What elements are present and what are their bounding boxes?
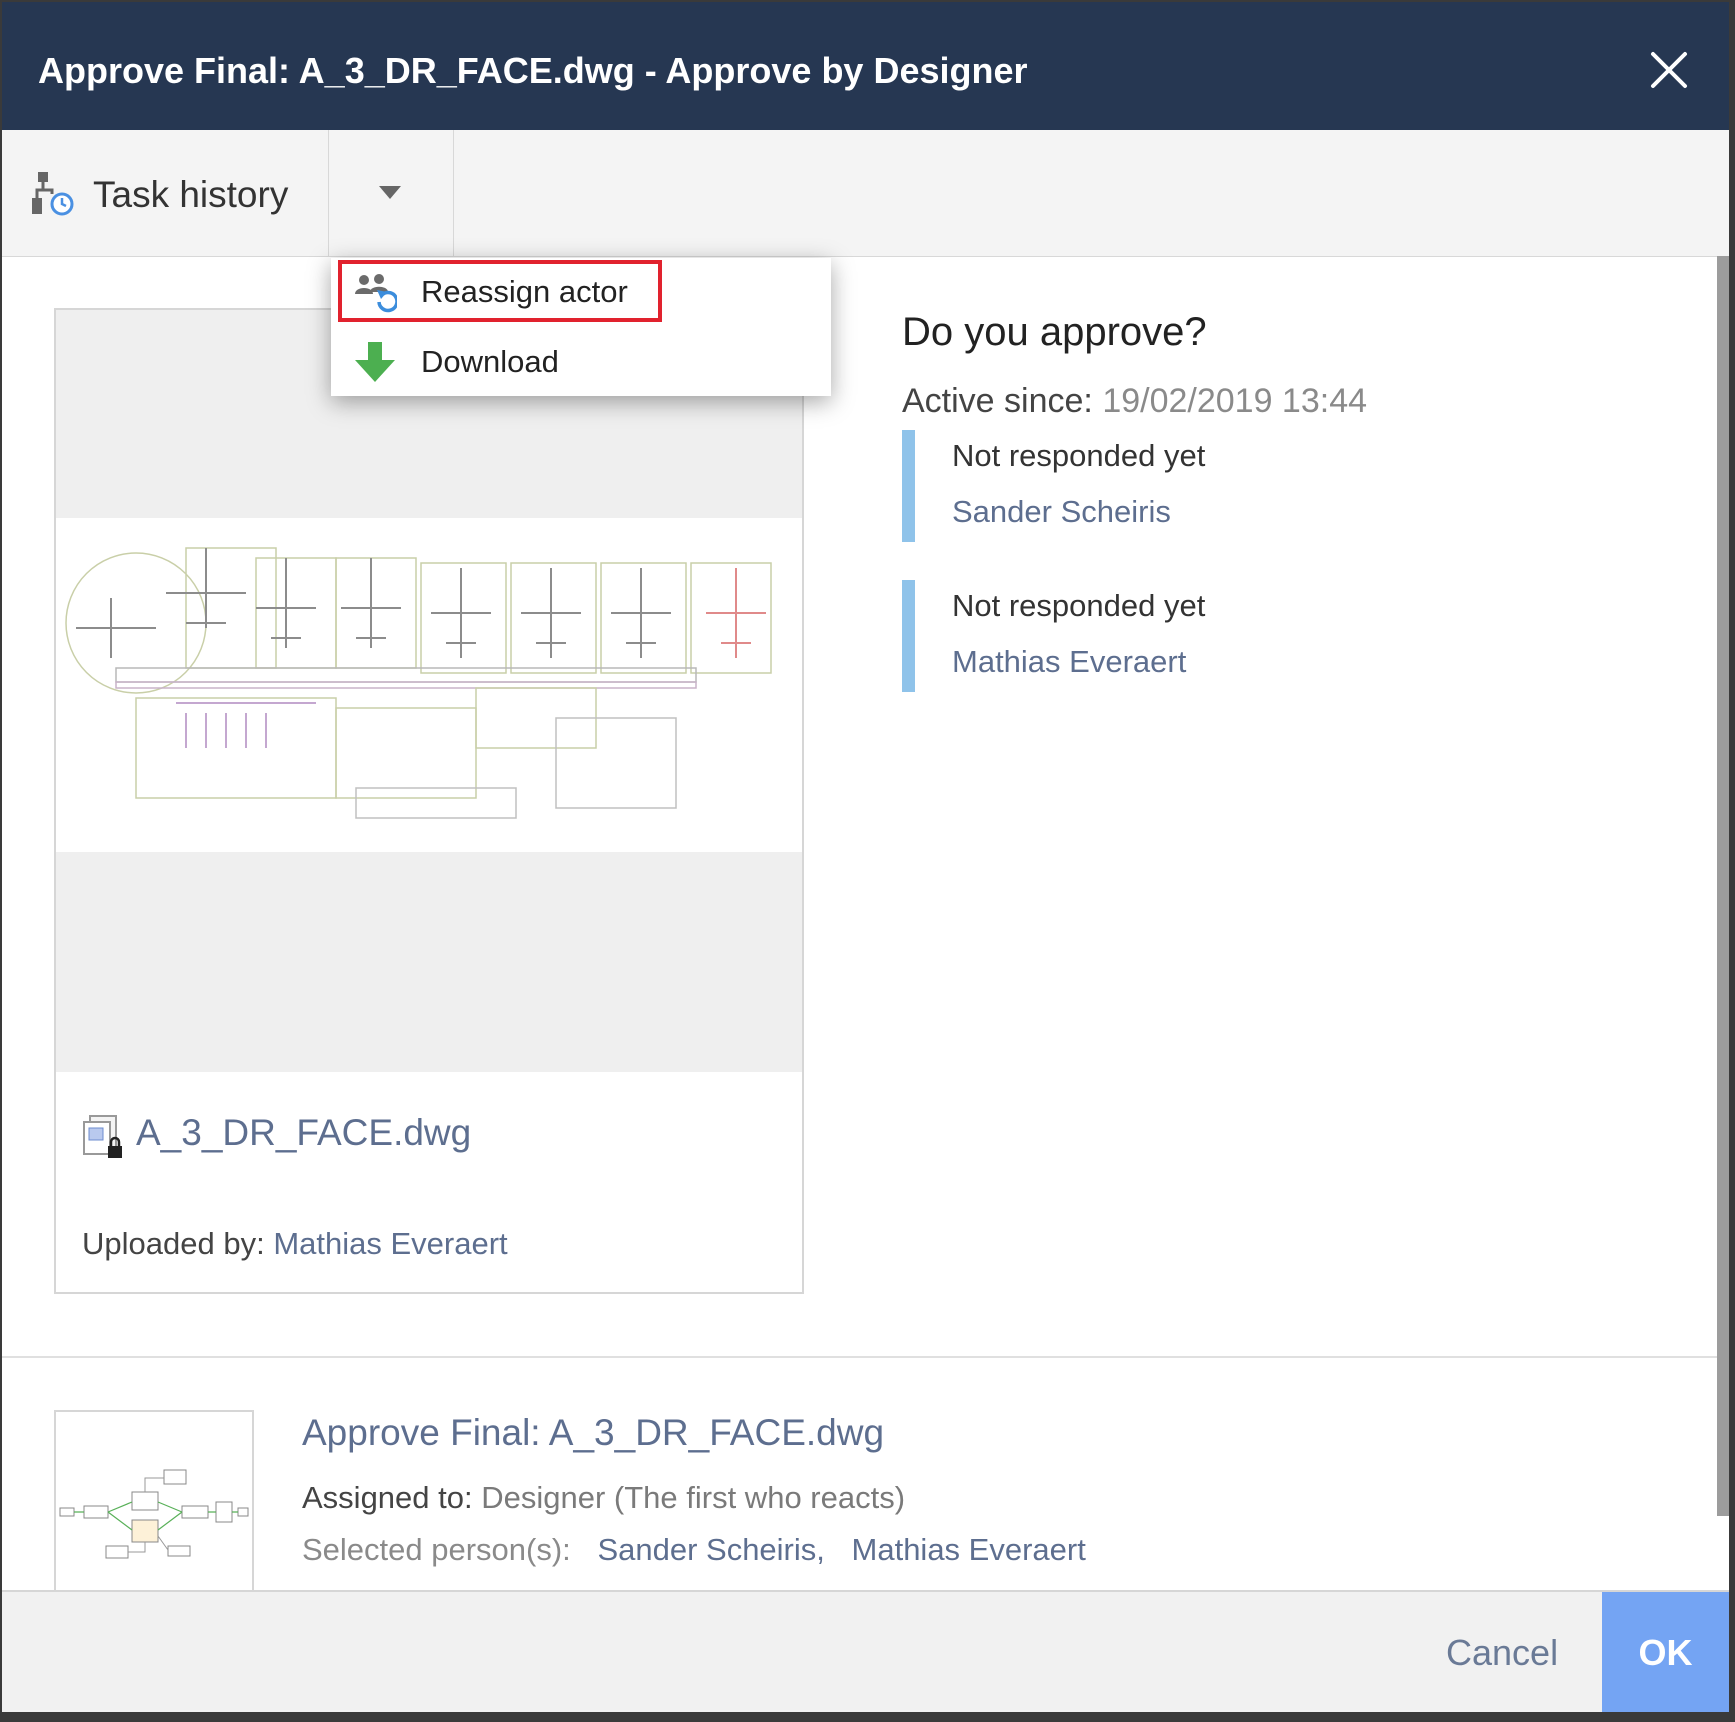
ok-button[interactable]: OK <box>1602 1592 1729 1712</box>
actions-dropdown-menu: Reassign actor Download <box>331 258 831 396</box>
response-person-link[interactable]: Sander Scheiris <box>952 494 1171 530</box>
document-preview-card: A_3_DR_FACE.dwg Uploaded by: Mathias Eve… <box>54 308 804 1294</box>
assigned-to-value: Designer (The first who reacts) <box>481 1480 906 1515</box>
selected-persons: Selected person(s): Sander Scheiris, Mat… <box>302 1532 1086 1568</box>
uploaded-by: Uploaded by: Mathias Everaert <box>82 1226 508 1262</box>
task-history-button[interactable]: Task history <box>2 130 329 256</box>
highlight-annotation <box>338 260 662 322</box>
active-since-value: 19/02/2019 13:44 <box>1102 382 1368 420</box>
dialog-toolbar: Task history <box>2 130 1729 257</box>
close-icon <box>1651 52 1687 88</box>
workflow-task-title-link[interactable]: Approve Final: A_3_DR_FACE.dwg <box>302 1412 884 1454</box>
selected-person-link[interactable]: Mathias Everaert <box>852 1532 1086 1567</box>
download-arrow-icon <box>355 342 395 382</box>
response-item: Not responded yet Mathias Everaert <box>902 580 1515 692</box>
vertical-scrollbar[interactable] <box>1717 256 1729 1516</box>
menu-item-reassign-actor[interactable]: Reassign actor <box>331 258 831 324</box>
more-actions-dropdown[interactable] <box>329 130 454 256</box>
selected-persons-label: Selected person(s): <box>302 1532 571 1567</box>
caret-down-icon <box>379 186 401 199</box>
response-status: Not responded yet <box>952 438 1206 473</box>
uploaded-by-user-link[interactable]: Mathias Everaert <box>273 1226 507 1261</box>
document-preview[interactable] <box>56 310 802 1072</box>
response-person-link[interactable]: Mathias Everaert <box>952 644 1186 680</box>
dialog-title: Approve Final: A_3_DR_FACE.dwg - Approve… <box>38 50 1028 91</box>
workflow-diagram-icon <box>59 1469 249 1559</box>
dialog-footer: Cancel OK <box>2 1590 1729 1712</box>
assigned-to-label: Assigned to: <box>302 1480 473 1515</box>
dialog-titlebar: Approve Final: A_3_DR_FACE.dwg - Approve… <box>2 2 1729 130</box>
dwg-file-icon <box>83 1115 122 1158</box>
response-status: Not responded yet <box>952 588 1206 623</box>
task-history-icon <box>32 172 74 216</box>
selected-person-link[interactable]: Sander Scheiris, <box>597 1532 824 1567</box>
response-item: Not responded yet Sander Scheiris <box>902 430 1515 542</box>
active-since: Active since: 19/02/2019 13:44 <box>902 382 1367 421</box>
approval-question: Do you approve? <box>902 310 1207 354</box>
task-history-label: Task history <box>93 174 289 215</box>
cancel-button[interactable]: Cancel <box>1446 1632 1558 1674</box>
uploaded-by-label: Uploaded by: <box>82 1226 265 1261</box>
file-name-link[interactable]: A_3_DR_FACE.dwg <box>136 1112 471 1154</box>
workflow-diagram-thumbnail[interactable] <box>54 1410 254 1594</box>
close-button[interactable] <box>1649 50 1689 90</box>
menu-item-label: Download <box>421 344 559 379</box>
menu-item-download[interactable]: Download <box>331 328 831 394</box>
assigned-to: Assigned to: Designer (The first who rea… <box>302 1480 905 1516</box>
active-since-label: Active since: <box>902 382 1093 420</box>
section-divider <box>2 1356 1717 1358</box>
approve-dialog: Approve Final: A_3_DR_FACE.dwg - Approve… <box>2 2 1729 1712</box>
drawing-thumbnail <box>56 518 802 852</box>
